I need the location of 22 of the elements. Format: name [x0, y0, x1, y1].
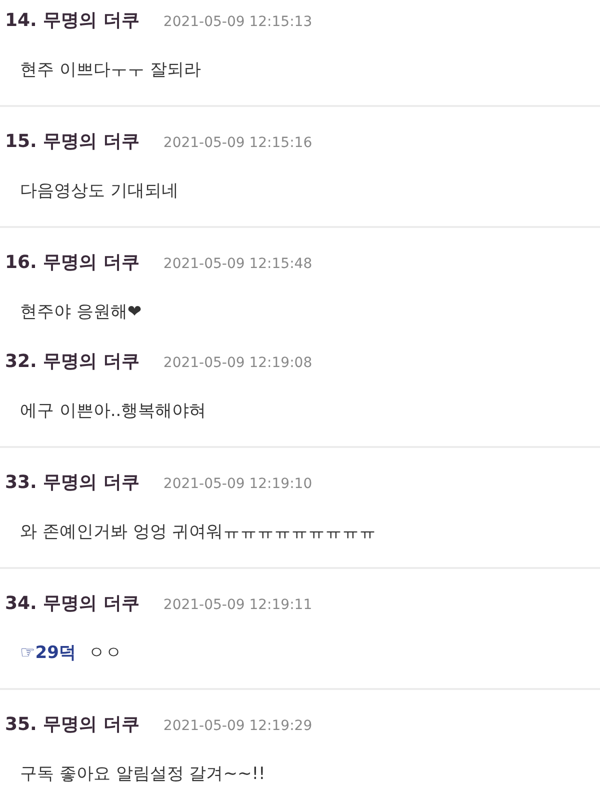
- comment-time: 2021-05-09 12:19:08: [163, 355, 312, 371]
- comment-author: 33. 무명의 더쿠: [5, 471, 140, 494]
- comment-author: 35. 무명의 더쿠: [5, 713, 140, 736]
- comment-text: 와 존예인거봐 엉엉 귀여워ㅠㅠㅠㅠㅠㅠㅠㅠㅠ: [20, 521, 376, 543]
- comment-text: 현주야 응원해❤: [20, 301, 142, 323]
- comment-time: 2021-05-09 12:15:13: [163, 14, 312, 30]
- comment-text: 에구 이쁜아..행복해야혀: [20, 400, 206, 422]
- comment-text: ㅇㅇ: [88, 642, 122, 664]
- comment-text: 구독 좋아요 알림설정 갈겨~~!!: [20, 763, 266, 785]
- comment-author: 16. 무명의 더쿠: [5, 251, 140, 274]
- reply-tag[interactable]: ☞29덕: [20, 641, 76, 664]
- comment-author: 34. 무명의 더쿠: [5, 592, 140, 615]
- comment-text: 현주 이쁘다ㅜㅜ 잘되라: [20, 59, 201, 81]
- comment-time: 2021-05-09 12:19:29: [163, 718, 312, 734]
- comment-time: 2021-05-09 12:19:11: [163, 597, 312, 613]
- comment-time: 2021-05-09 12:15:48: [163, 256, 312, 272]
- comment-text: 다음영상도 기대되네: [20, 180, 178, 202]
- comment-time: 2021-05-09 12:19:10: [163, 476, 312, 492]
- comment-author: 15. 무명의 더쿠: [5, 130, 140, 153]
- comment-author: 32. 무명의 더쿠: [5, 350, 140, 373]
- comment-author: 14. 무명의 더쿠: [5, 9, 140, 32]
- comment-time: 2021-05-09 12:15:16: [163, 135, 312, 151]
